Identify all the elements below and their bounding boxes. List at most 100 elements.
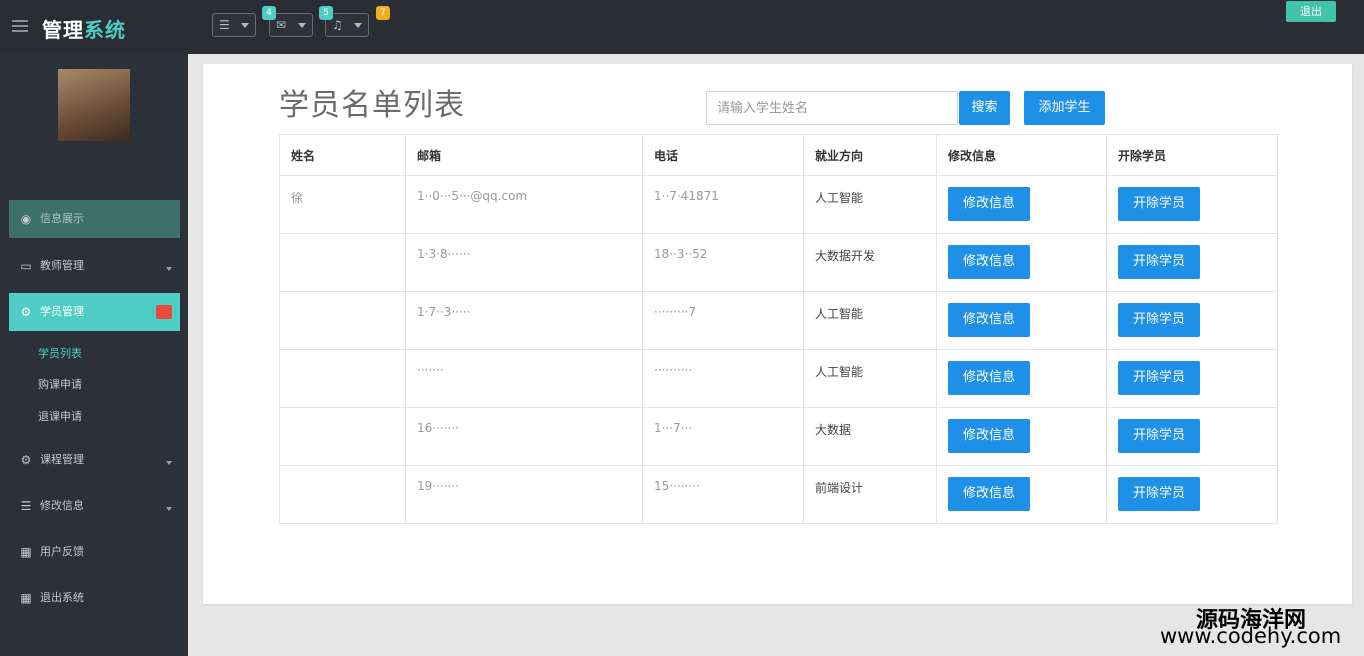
cell-edit: 修改信息 [936, 233, 1107, 292]
edit-info-button[interactable]: 修改信息 [948, 361, 1030, 395]
cell-remove: 开除学员 [1106, 349, 1278, 408]
cell-remove: 开除学员 [1106, 465, 1278, 524]
column-header-name: 姓名 [279, 134, 406, 176]
table-row: 1·3·8······ 18··3··52 大数据开发 修改信息 开除学员 [279, 233, 1278, 292]
cell-email: 1·7··3····· [405, 291, 643, 350]
table-header-row: 姓名 邮箱 电话 就业方向 修改信息 开除学员 [279, 134, 1278, 176]
column-header-remove: 开除学员 [1106, 134, 1278, 176]
sidebar-item-exit[interactable]: ▦ 退出系统 [9, 579, 180, 617]
cell-phone: 1··7·41871 [642, 175, 804, 234]
cell-edit: 修改信息 [936, 465, 1107, 524]
chevron-down-icon [166, 267, 172, 271]
cell-edit: 修改信息 [936, 175, 1107, 234]
cell-email: 1··0···5···@qq.com [405, 175, 643, 234]
sidebar-item-label: 用户反馈 [40, 545, 84, 558]
sidebar-item-courses[interactable]: ⚙ 课程管理 [9, 441, 180, 479]
cell-direction: 大数据开发 [803, 233, 937, 292]
column-header-direction: 就业方向 [803, 134, 937, 176]
grid-icon: ▦ [20, 545, 32, 559]
tasks-dropdown-button[interactable]: ☰ [212, 13, 256, 37]
cell-direction: 人工智能 [803, 291, 937, 350]
brand-title: 管理系统 [42, 14, 126, 43]
sidebar-item-label: 课程管理 [40, 453, 84, 466]
cell-email: 16······· [405, 407, 643, 466]
add-student-button[interactable]: 添加学生 [1024, 91, 1105, 125]
edit-info-button[interactable]: 修改信息 [948, 419, 1030, 453]
cell-edit: 修改信息 [936, 349, 1107, 408]
edit-info-button[interactable]: 修改信息 [948, 477, 1030, 511]
red-indicator-badge [156, 305, 172, 319]
top-bar: 管理系统 ☰ ✉ ♫ 4 5 7 退出 [0, 0, 1364, 54]
brand-accent: 系统 [84, 18, 126, 42]
remove-student-button[interactable]: 开除学员 [1118, 245, 1200, 279]
table-row: 19······· 15········ 前端设计 修改信息 开除学员 [279, 465, 1278, 524]
cell-remove: 开除学员 [1106, 291, 1278, 350]
cell-name [279, 233, 406, 292]
cell-name: 徐 [279, 175, 406, 234]
edit-info-button[interactable]: 修改信息 [948, 245, 1030, 279]
cell-name [279, 291, 406, 350]
cell-remove: 开除学员 [1106, 175, 1278, 234]
chevron-down-icon [166, 461, 172, 465]
brand-main: 管理 [42, 18, 84, 42]
search-button[interactable]: 搜索 [959, 91, 1010, 125]
chevron-down-icon [298, 23, 306, 28]
cell-edit: 修改信息 [936, 407, 1107, 466]
remove-student-button[interactable]: 开除学员 [1118, 187, 1200, 221]
sidebar-item-dashboard[interactable]: ◉ 信息展示 [9, 200, 180, 238]
cell-name [279, 349, 406, 408]
envelope-icon: ✉ [276, 18, 287, 32]
remove-student-button[interactable]: 开除学员 [1118, 419, 1200, 453]
search-input[interactable] [706, 91, 958, 125]
cell-phone: ·········7 [642, 291, 804, 350]
cell-direction: 人工智能 [803, 175, 937, 234]
chevron-down-icon [241, 23, 249, 28]
sidebar-item-label: 修改信息 [40, 499, 84, 512]
sidebar-item-feedback[interactable]: ▦ 用户反馈 [9, 533, 180, 571]
table-row: 1·7··3····· ·········7 人工智能 修改信息 开除学员 [279, 291, 1278, 350]
list-icon: ☰ [20, 499, 32, 513]
page-title: 学员名单列表 [279, 88, 465, 123]
cell-name [279, 407, 406, 466]
alerts-count-badge: 7 [376, 6, 390, 20]
edit-info-button[interactable]: 修改信息 [948, 303, 1030, 337]
tasks-icon: ☰ [219, 18, 230, 32]
grid-icon: ▦ [20, 591, 32, 605]
student-table: 姓名 邮箱 电话 就业方向 修改信息 开除学员 徐 1··0···5···@qq… [279, 134, 1278, 524]
hamburger-menu-icon[interactable] [12, 20, 28, 32]
dashboard-icon: ◉ [20, 212, 32, 226]
table-row: 16······· 1···7··· 大数据 修改信息 开除学员 [279, 407, 1278, 466]
notifications-count-badge: 5 [319, 6, 333, 20]
column-header-phone: 电话 [642, 134, 804, 176]
cell-email: 1·3·8······ [405, 233, 643, 292]
cell-email: 19······· [405, 465, 643, 524]
column-header-edit: 修改信息 [936, 134, 1107, 176]
cell-phone: ·········· [642, 349, 804, 408]
sidebar-item-teachers[interactable]: ▭ 教师管理 [9, 247, 180, 285]
sidebar-item-label: 教师管理 [40, 259, 84, 272]
cogs-icon: ⚙ [20, 453, 32, 467]
cell-edit: 修改信息 [936, 291, 1107, 350]
edit-info-button[interactable]: 修改信息 [948, 187, 1030, 221]
avatar [58, 69, 130, 141]
cell-name [279, 465, 406, 524]
sidebar-subitem-student-list[interactable]: 学员列表 [38, 345, 82, 361]
watermark-site-url: www.codehy.com [1160, 624, 1342, 648]
chevron-down-icon [354, 23, 362, 28]
sidebar: ◉ 信息展示 ▭ 教师管理 ⚙ 学员管理 学员列表 购课申请 退课申请 ⚙ 课程… [0, 54, 188, 656]
column-header-email: 邮箱 [405, 134, 643, 176]
bell-icon: ♫ [332, 18, 343, 32]
chevron-down-icon [166, 507, 172, 511]
main-panel: 学员名单列表 搜索 添加学生 姓名 邮箱 电话 就业方向 修改信息 开除学员 徐… [203, 64, 1352, 604]
remove-student-button[interactable]: 开除学员 [1118, 477, 1200, 511]
sidebar-subitem-purchase-requests[interactable]: 购课申请 [38, 376, 82, 392]
sidebar-item-edit-info[interactable]: ☰ 修改信息 [9, 487, 180, 525]
cell-direction: 前端设计 [803, 465, 937, 524]
sidebar-item-label: 信息展示 [40, 212, 84, 225]
remove-student-button[interactable]: 开除学员 [1118, 303, 1200, 337]
logout-button[interactable]: 退出 [1286, 1, 1336, 22]
sidebar-item-students[interactable]: ⚙ 学员管理 [9, 293, 180, 331]
sidebar-subitem-refund-requests[interactable]: 退课申请 [38, 408, 82, 424]
monitor-icon: ▭ [20, 259, 32, 273]
remove-student-button[interactable]: 开除学员 [1118, 361, 1200, 395]
